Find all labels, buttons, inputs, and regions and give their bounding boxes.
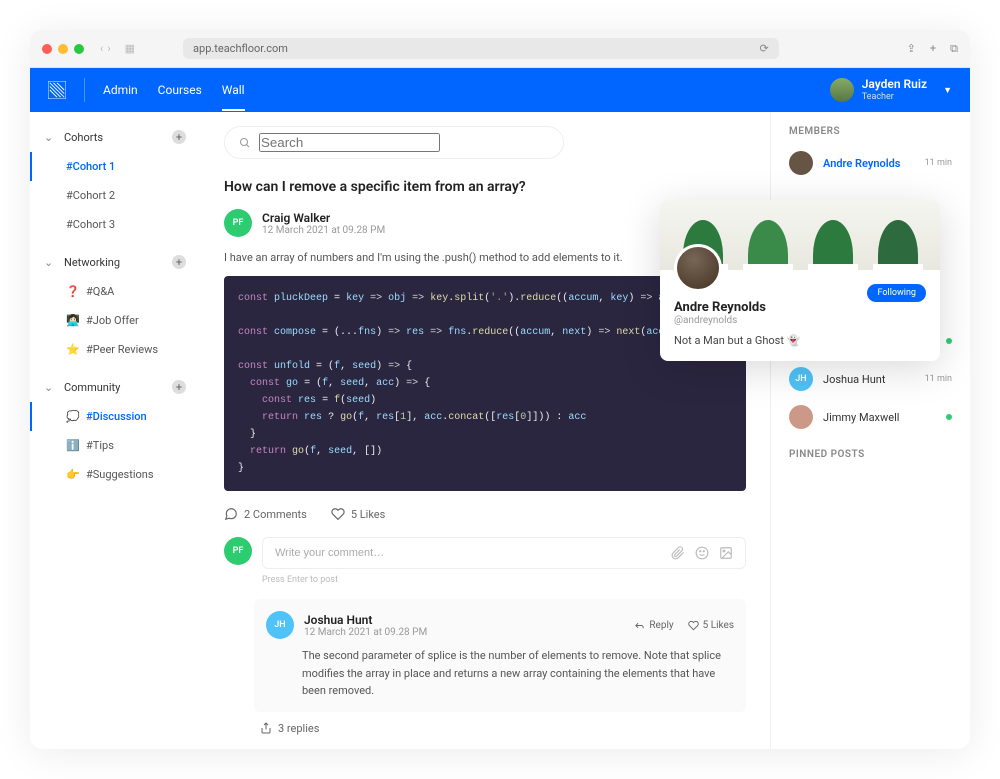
reply-card: JH Joshua Hunt 12 March 2021 at 09.28 PM…: [254, 599, 746, 712]
sidebar-item-job-offer[interactable]: 👩🏻‍💻#Job Offer: [30, 306, 200, 335]
current-user-avatar: PF: [224, 537, 252, 565]
sidebar: ⌄ Cohorts + #Cohort 1 #Cohort 2 #Cohort …: [30, 112, 200, 749]
chevron-down-icon: ⌄: [44, 381, 54, 394]
heart-icon: [331, 507, 345, 521]
info-icon: ℹ️: [66, 439, 80, 452]
member-name: Joshua Hunt: [823, 373, 915, 386]
user-avatar: [830, 78, 854, 102]
url-bar[interactable]: app.teachfloor.com ⟳: [183, 38, 779, 59]
attachment-icon[interactable]: [671, 546, 685, 560]
user-role: Teacher: [862, 92, 927, 103]
member-row[interactable]: JH Joshua Hunt 11 min: [789, 367, 952, 391]
back-icon[interactable]: ‹: [100, 42, 103, 55]
online-indicator: [946, 414, 952, 420]
share-icon[interactable]: ⇪: [907, 42, 916, 56]
sidebar-item-cohort-1[interactable]: #Cohort 1: [30, 152, 200, 181]
reply-icon: [634, 620, 645, 631]
comments-count[interactable]: 2 Comments: [224, 507, 307, 521]
search-icon: [239, 137, 251, 149]
post-title: How can I remove a specific item from an…: [224, 179, 746, 195]
search-field[interactable]: [259, 133, 440, 152]
profile-popover: Following Andre Reynolds @andreynolds No…: [660, 200, 940, 361]
sidebar-toggle-icon[interactable]: ▦: [125, 42, 135, 55]
tabs-icon[interactable]: ⧉: [950, 42, 958, 56]
new-tab-icon[interactable]: +: [930, 42, 936, 56]
heart-icon: [688, 620, 699, 631]
member-time: 11 min: [925, 374, 952, 384]
nav-wall[interactable]: Wall: [222, 69, 245, 111]
user-menu[interactable]: Jayden Ruiz Teacher ▼: [830, 77, 952, 102]
reply-text: The second parameter of splice is the nu…: [302, 647, 734, 700]
chat-icon: 💭: [66, 410, 80, 423]
popover-bio: Not a Man but a Ghost 👻: [674, 334, 926, 347]
member-row[interactable]: Andre Reynolds 11 min: [789, 151, 952, 175]
nav-admin[interactable]: Admin: [103, 69, 138, 111]
pinned-posts-title: PINNED POSTS: [789, 449, 952, 460]
replies-count[interactable]: 3 replies: [260, 722, 746, 735]
app-topbar: Admin Courses Wall Jayden Ruiz Teacher ▼: [30, 68, 970, 112]
maximize-window-button[interactable]: [74, 44, 84, 54]
reply-author-avatar[interactable]: JH: [266, 611, 294, 639]
sidebar-item-qa[interactable]: ❓#Q&A: [30, 277, 200, 306]
comment-input[interactable]: [262, 537, 746, 569]
add-cohort-button[interactable]: +: [172, 130, 186, 144]
star-icon: ⭐: [66, 343, 80, 356]
follow-button[interactable]: Following: [867, 284, 926, 302]
image-icon[interactable]: [719, 546, 733, 560]
emoji-icon[interactable]: [695, 546, 709, 560]
sidebar-section-cohorts[interactable]: ⌄ Cohorts +: [30, 122, 200, 152]
sidebar-item-suggestions[interactable]: 👉#Suggestions: [30, 460, 200, 489]
member-avatar: [789, 151, 813, 175]
members-title: MEMBERS: [789, 126, 952, 137]
likes-count[interactable]: 5 Likes: [331, 507, 386, 521]
post-author-name[interactable]: Craig Walker: [262, 211, 385, 225]
sidebar-section-community[interactable]: ⌄ Community +: [30, 372, 200, 402]
sidebar-item-tips[interactable]: ℹ️#Tips: [30, 431, 200, 460]
reply-likes[interactable]: 5 Likes: [688, 620, 734, 631]
sidebar-item-discussion[interactable]: 💭#Discussion: [30, 402, 200, 431]
popover-avatar[interactable]: [674, 244, 722, 292]
member-avatar: [789, 405, 813, 429]
comment-hint: Press Enter to post: [262, 575, 746, 585]
comment-icon: [224, 507, 238, 521]
popover-name: Andre Reynolds: [674, 300, 926, 315]
reply-button[interactable]: Reply: [634, 620, 673, 631]
sidebar-item-cohort-2[interactable]: #Cohort 2: [30, 181, 200, 210]
close-window-button[interactable]: [42, 44, 52, 54]
reply-date: 12 March 2021 at 09.28 PM: [304, 627, 427, 638]
post-author-avatar[interactable]: PF: [224, 209, 252, 237]
sidebar-item-cohort-3[interactable]: #Cohort 3: [30, 210, 200, 239]
nav-courses[interactable]: Courses: [158, 69, 202, 111]
comment-field[interactable]: [275, 547, 661, 559]
forward-icon[interactable]: ›: [107, 42, 110, 55]
member-avatar: JH: [789, 367, 813, 391]
add-community-button[interactable]: +: [172, 380, 186, 394]
person-icon: 👩🏻‍💻: [66, 314, 80, 327]
chevron-down-icon: ▼: [943, 85, 952, 96]
point-icon: 👉: [66, 468, 80, 481]
share-icon: [260, 722, 272, 734]
member-name: Jimmy Maxwell: [823, 411, 936, 424]
sidebar-section-networking[interactable]: ⌄ Networking +: [30, 247, 200, 277]
chevron-down-icon: ⌄: [44, 131, 54, 144]
minimize-window-button[interactable]: [58, 44, 68, 54]
member-row[interactable]: Jimmy Maxwell: [789, 405, 952, 429]
refresh-icon[interactable]: ⟳: [759, 42, 768, 55]
add-networking-button[interactable]: +: [172, 255, 186, 269]
browser-titlebar: ‹ › ▦ app.teachfloor.com ⟳ ⇪ + ⧉: [30, 30, 970, 68]
sidebar-item-peer-reviews[interactable]: ⭐#Peer Reviews: [30, 335, 200, 364]
chevron-down-icon: ⌄: [44, 256, 54, 269]
reply-author-name[interactable]: Joshua Hunt: [304, 613, 427, 627]
question-icon: ❓: [66, 285, 80, 298]
member-name: Andre Reynolds: [823, 157, 915, 170]
app-logo: [48, 81, 66, 99]
online-indicator: [946, 338, 952, 344]
search-input[interactable]: [224, 126, 564, 159]
member-time: 11 min: [925, 158, 952, 168]
user-name: Jayden Ruiz: [862, 77, 927, 91]
url-text: app.teachfloor.com: [193, 42, 288, 55]
post-date: 12 March 2021 at 09.28 PM: [262, 225, 385, 236]
popover-handle: @andreynolds: [674, 315, 926, 326]
